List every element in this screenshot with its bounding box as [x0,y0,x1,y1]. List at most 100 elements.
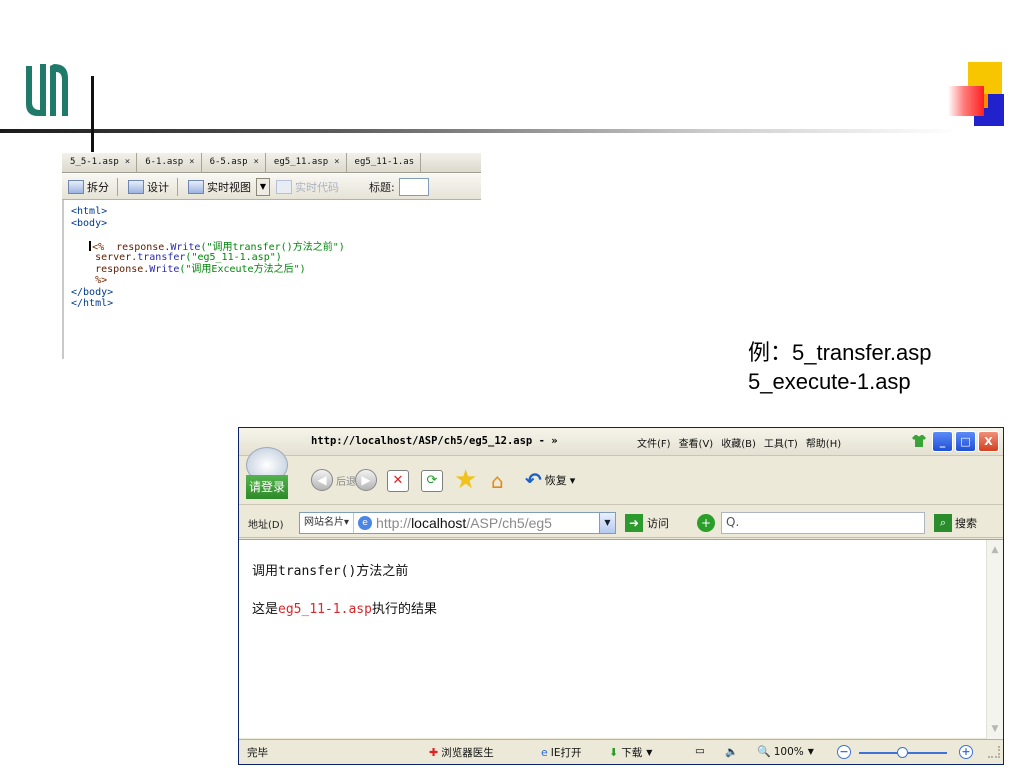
back-label: 后退 [336,476,356,488]
logo-icon [26,64,68,116]
ie-open-label: IE打开 [550,747,582,759]
title-input[interactable] [398,177,429,196]
code-line: </body> [71,286,114,298]
editor-tab[interactable]: eg5_11.asp × [266,153,347,173]
resize-grip[interactable] [988,746,1000,758]
live-view-label: 实时视图 [207,180,251,194]
code-line: %> [71,275,481,287]
zoom-slider-handle[interactable] [897,747,908,758]
speaker-icon[interactable]: 🔈 [725,745,738,758]
menu-favorites[interactable]: 收藏(B) [721,435,756,450]
restore-label: 恢复 [544,474,567,487]
output-line: 这是eg5_11-1.asp执行的结果 [252,598,437,617]
search-button[interactable]: ⌕ 搜索 [934,514,977,532]
go-label: 访问 [647,517,669,530]
toolbar-separator [177,177,178,196]
favorites-star-icon[interactable]: ★ [454,466,477,494]
browser-doctor-button[interactable]: ✚ 浏览器医生 [429,745,494,760]
address-input[interactable]: 网站名片▾ e http://localhost/ASP/ch5/eg5 ▼ [299,512,616,534]
maximize-button[interactable]: □ [955,431,976,452]
site-card-dropdown[interactable]: 网站名片▾ [300,513,355,533]
close-icon[interactable]: × [254,157,259,167]
code-line: </html> [71,298,114,309]
zoom-button[interactable]: 🔍 100% ▼ [757,745,814,758]
editor-tab[interactable]: eg5_11-1.as [347,153,422,173]
ie-open-button[interactable]: e IE打开 [541,745,582,760]
minimize-button[interactable]: _ [932,431,953,452]
live-code-button[interactable]: 实时代码 [272,177,343,197]
caption-line: 例：5_transfer.asp [748,340,932,365]
editor-tab[interactable]: 6-5.asp × [202,153,266,173]
status-text: 完毕 [247,747,268,759]
download-label: 下载 [621,747,643,759]
home-icon[interactable]: ⌂ [491,469,504,493]
restore-button[interactable]: ↶ 恢复 ▾ [525,470,575,490]
menu-view[interactable]: 查看(V) [679,435,714,450]
code-token: response. [116,241,171,253]
page-content: 调用transfer()方法之前 这是eg5_11-1.asp执行的结果 ▲ ▼ [239,539,1003,739]
editor-tab[interactable]: 5_5-1.asp × [62,153,138,173]
header-divider [91,76,94,152]
code-area[interactable]: <html> <body> <% response.Write("调用trans… [62,200,481,359]
code-token: %> [95,275,108,286]
design-button[interactable]: 设计 [124,177,173,197]
title-bar: http://localhost/ASP/ch5/eg5_12.asp - » … [239,428,1003,456]
design-view-icon [128,179,144,194]
tab-label: 5_5-1.asp [70,157,119,167]
chevron-down-icon[interactable]: ▼ [599,513,615,533]
vertical-scrollbar[interactable]: ▲ ▼ [986,540,1003,739]
live-view-icon [188,179,204,194]
menu-help[interactable]: 帮助(H) [806,435,841,450]
editor-tab-bar: 5_5-1.asp × 6-1.asp × 6-5.asp × eg5_11.asp ×… [62,153,481,173]
scroll-up-icon[interactable]: ▲ [989,544,1001,556]
editor-toolbar: 拆分 设计 实时视图 ▼ 实时代码 标题: [62,174,481,200]
output-text: 这是 [252,602,279,617]
editor-tab[interactable]: 6-1.asp × [137,153,202,173]
go-button[interactable]: ➜ 访问 [625,514,669,532]
live-view-button[interactable]: 实时视图 [184,177,255,197]
scroll-down-icon[interactable]: ▼ [989,723,1001,735]
tab-label: 6-5.asp [209,157,248,167]
login-button[interactable]: 请登录 [246,475,288,499]
menu-bar: 文件(F) 查看(V) 收藏(B) 工具(T) 帮助(H) [637,435,849,450]
close-icon[interactable]: × [189,157,194,167]
back-button[interactable]: ◀ 后退 [311,469,356,491]
split-button[interactable]: 拆分 [64,177,113,197]
caption-line: 5_execute-1.asp [748,369,911,394]
stop-icon[interactable]: ✕ [387,470,409,492]
output-text: 执行的结果 [371,602,437,617]
refresh-icon[interactable]: ⟳ [421,470,443,492]
close-icon[interactable]: × [125,157,130,167]
search-icon: ⌕ [934,514,952,532]
page-icon: e [358,516,373,530]
zoom-label: 100% [773,745,804,758]
address-label: 地址(D) [248,520,284,531]
close-button[interactable]: X [978,431,999,452]
live-view-dropdown[interactable]: ▼ [256,177,270,196]
search-input[interactable]: Q. [721,512,925,534]
code-token: ("调用transfer()方法之前") [200,241,345,253]
live-code-label: 实时代码 [295,180,339,194]
skin-icon[interactable] [911,434,927,448]
menu-tools[interactable]: 工具(T) [764,435,798,450]
ie-icon: e [541,746,548,759]
url-path: /ASP/ch5/eg5 [466,515,552,531]
zoom-in-button[interactable]: + [959,745,973,759]
address-bar: 地址(D) 网站名片▾ e http://localhost/ASP/ch5/e… [239,506,1003,538]
download-button[interactable]: ⬇ 下载 ▼ [609,745,652,760]
url-host: localhost [411,515,467,531]
split-view-icon [68,179,84,194]
close-icon[interactable]: × [334,157,339,167]
shield-icon[interactable]: + [697,514,715,532]
code-token: response. [95,263,150,275]
window-icon[interactable]: ▭ [695,745,705,757]
browser-window: http://localhost/ASP/ch5/eg5_12.asp - » … [238,427,1004,765]
code-line: response.Write("调用Exceute方法之后") [71,264,481,276]
doctor-icon: ✚ [429,746,439,759]
chevron-down-icon: ▾ [569,473,576,487]
zoom-out-button[interactable]: − [837,745,851,759]
menu-file[interactable]: 文件(F) [637,435,671,450]
forward-button[interactable]: ▶ [355,469,380,491]
code-line: <body> [71,217,108,229]
